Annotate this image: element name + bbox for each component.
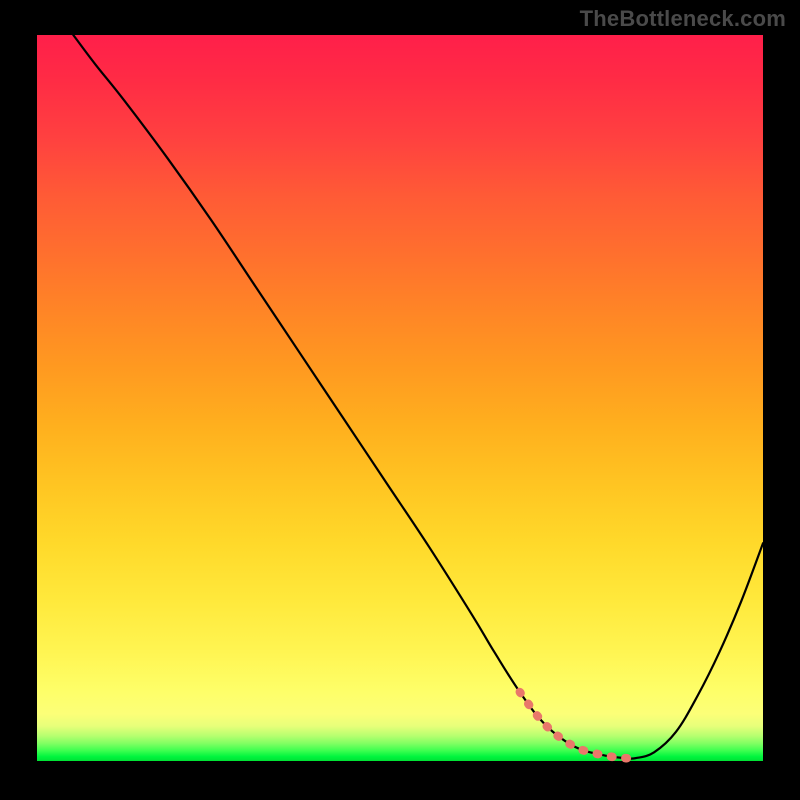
plot-area [37,35,763,761]
watermark-text: TheBottleneck.com [580,6,786,32]
chart-container: TheBottleneck.com [0,0,800,800]
bottleneck-curve [73,35,763,759]
curve-svg [37,35,763,761]
